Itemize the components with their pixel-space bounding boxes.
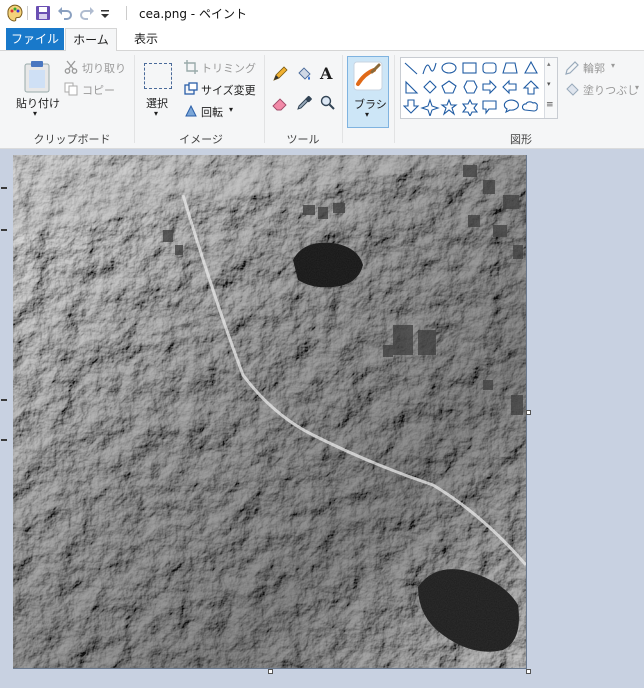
- up-arrow-shape-icon[interactable]: [522, 80, 540, 95]
- rectangle-shape-icon[interactable]: [462, 62, 477, 74]
- oval-shape-icon[interactable]: [441, 62, 457, 74]
- fill-bucket-icon[interactable]: [296, 66, 312, 82]
- fill-icon: [566, 83, 579, 96]
- color-picker-icon[interactable]: [296, 95, 312, 111]
- edge-mark: [1, 187, 7, 189]
- cut-button[interactable]: 切り取り: [82, 60, 126, 76]
- paste-button[interactable]: 貼り付け: [16, 95, 60, 111]
- shapes-gallery-icons: [403, 60, 540, 116]
- save-icon[interactable]: [34, 4, 52, 22]
- satellite-image[interactable]: [13, 155, 527, 669]
- fill-dropdown-arrow[interactable]: ▾: [635, 83, 639, 92]
- rotate-dropdown-arrow[interactable]: ▾: [229, 105, 233, 114]
- canvas-left-edge: [0, 149, 11, 688]
- ribbon: 貼り付け ▾ 切り取り コピー クリップボード 選択 ▾ トリミング サイズ変更: [0, 51, 644, 149]
- five-point-star-shape-icon[interactable]: [440, 98, 458, 116]
- left-arrow-shape-icon[interactable]: [502, 79, 517, 95]
- rectangular-callout-shape-icon[interactable]: [482, 100, 497, 115]
- eraser-icon[interactable]: [272, 95, 288, 111]
- image-group-label: イメージ: [179, 133, 223, 146]
- title-bar: cea.png - ペイント: [0, 0, 644, 27]
- resize-handle-corner[interactable]: [526, 669, 531, 674]
- four-point-star-shape-icon[interactable]: [420, 98, 440, 116]
- clipboard-group-label: クリップボード: [33, 133, 111, 146]
- copy-icon: [64, 82, 78, 96]
- paste-dropdown-arrow[interactable]: ▾: [33, 109, 37, 118]
- group-divider: [342, 55, 343, 143]
- canvas-area[interactable]: [0, 149, 644, 688]
- group-divider: [264, 55, 265, 143]
- resize-icon: [184, 82, 198, 95]
- expand-gallery-arrow[interactable]: ≡: [546, 100, 554, 110]
- polygon-shape-icon[interactable]: [502, 62, 518, 74]
- shapes-gallery: ▴ ▾ ≡: [400, 57, 558, 119]
- six-point-star-shape-icon[interactable]: [461, 98, 479, 116]
- customize-quick-access-icon[interactable]: [98, 4, 112, 22]
- shapes-group-label: 図形: [510, 133, 532, 146]
- scroll-down-arrow[interactable]: ▾: [547, 80, 551, 88]
- tools-group-label: ツール: [286, 133, 320, 146]
- oval-callout-shape-icon[interactable]: [503, 99, 519, 114]
- triangle-shape-icon[interactable]: [524, 60, 538, 74]
- rotate-button[interactable]: 回転: [201, 104, 223, 120]
- scroll-up-arrow[interactable]: ▴: [547, 60, 551, 68]
- window-title: cea.png - ペイント: [139, 7, 247, 21]
- hexagon-shape-icon[interactable]: [463, 80, 478, 94]
- brushes-dropdown-arrow[interactable]: ▾: [365, 110, 369, 119]
- edge-mark: [1, 439, 7, 441]
- outline-icon: [565, 61, 579, 75]
- divider: [27, 6, 28, 20]
- text-tool-icon[interactable]: A: [320, 64, 332, 83]
- fill-button[interactable]: 塗りつぶし: [583, 82, 638, 98]
- crop-button[interactable]: トリミング: [201, 60, 256, 76]
- brush-icon: [353, 61, 383, 91]
- copy-button[interactable]: コピー: [82, 82, 115, 98]
- curve-shape-icon[interactable]: [422, 62, 437, 75]
- cloud-callout-shape-icon[interactable]: [521, 101, 538, 112]
- image-grain: [13, 155, 526, 668]
- magnifier-icon[interactable]: [320, 95, 336, 111]
- outline-button[interactable]: 輪郭: [583, 60, 605, 76]
- paint-app-icon[interactable]: [6, 4, 24, 22]
- pentagon-shape-icon[interactable]: [441, 80, 457, 94]
- rounded-rectangle-shape-icon[interactable]: [482, 62, 497, 74]
- brushes-label: ブラシ: [354, 98, 387, 111]
- right-arrow-shape-icon[interactable]: [482, 79, 497, 95]
- tab-file[interactable]: ファイル: [6, 28, 64, 50]
- line-shape-icon[interactable]: [404, 62, 418, 75]
- resize-handle-right[interactable]: [526, 410, 531, 415]
- select-icon[interactable]: [144, 63, 172, 89]
- group-divider: [134, 55, 135, 143]
- down-arrow-shape-icon[interactable]: [403, 99, 420, 114]
- paste-icon[interactable]: [22, 60, 52, 94]
- select-dropdown-arrow[interactable]: ▾: [154, 109, 158, 118]
- tab-view[interactable]: 表示: [126, 28, 166, 50]
- resize-handle-bottom[interactable]: [268, 669, 273, 674]
- edge-mark: [1, 399, 7, 401]
- shapes-scrollbar[interactable]: ▴ ▾ ≡: [544, 58, 557, 118]
- undo-icon[interactable]: [56, 4, 74, 22]
- edge-mark: [1, 229, 7, 231]
- right-triangle-shape-icon[interactable]: [405, 80, 419, 94]
- brushes-button[interactable]: ブラシ ▾: [347, 56, 389, 128]
- resize-button[interactable]: サイズ変更: [201, 82, 256, 98]
- tab-home[interactable]: ホーム: [65, 28, 117, 51]
- outline-dropdown-arrow[interactable]: ▾: [611, 61, 615, 70]
- diamond-shape-icon[interactable]: [423, 80, 437, 94]
- scissors-icon: [64, 60, 78, 74]
- rotate-icon: [185, 104, 197, 117]
- crop-icon: [184, 60, 198, 74]
- redo-icon[interactable]: [78, 4, 96, 22]
- ribbon-tabs: ファイル ホーム 表示: [0, 27, 644, 51]
- group-divider: [394, 55, 395, 143]
- divider: [126, 6, 127, 20]
- pencil-icon[interactable]: [272, 66, 288, 82]
